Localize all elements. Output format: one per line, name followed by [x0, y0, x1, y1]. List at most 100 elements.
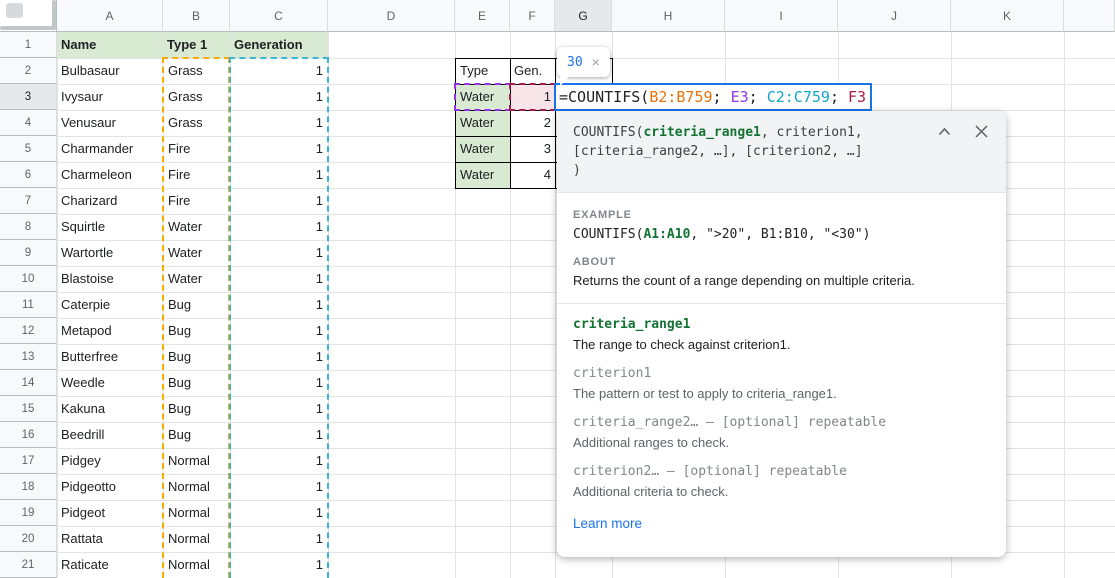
cell-A12[interactable]: Metapod — [61, 318, 161, 344]
cell-E6[interactable]: Water — [460, 162, 508, 188]
cell-C2[interactable]: 1 — [230, 58, 328, 84]
row-header-5[interactable]: 5 — [0, 136, 57, 162]
cell-F3[interactable]: 1 — [510, 84, 555, 110]
cell-A10[interactable]: Blastoise — [61, 266, 161, 292]
cell-A21[interactable]: Raticate — [61, 552, 161, 578]
cell-C1[interactable]: Generation — [234, 32, 326, 58]
row-header-17[interactable]: 17 — [0, 448, 57, 474]
cell-C21[interactable]: 1 — [230, 552, 328, 578]
cell-B10[interactable]: Water — [168, 266, 228, 292]
cell-E2[interactable]: Type — [460, 58, 508, 84]
cell-F4[interactable]: 2 — [510, 110, 555, 136]
row-header-10[interactable]: 10 — [0, 266, 57, 292]
cell-B6[interactable]: Fire — [168, 162, 228, 188]
cell-F6[interactable]: 4 — [510, 162, 555, 188]
cell-B18[interactable]: Normal — [168, 474, 228, 500]
column-header-F[interactable]: F — [510, 0, 555, 32]
cell-C9[interactable]: 1 — [230, 240, 328, 266]
cell-B2[interactable]: Grass — [168, 58, 228, 84]
column-header-H[interactable]: H — [612, 0, 725, 32]
column-header-G[interactable]: G — [555, 0, 612, 32]
row-header-4[interactable]: 4 — [0, 110, 57, 136]
cell-E3[interactable]: Water — [460, 84, 508, 110]
row-header-2[interactable]: 2 — [0, 58, 57, 84]
cell-C3[interactable]: 1 — [230, 84, 328, 110]
cell-C5[interactable]: 1 — [230, 136, 328, 162]
cell-A19[interactable]: Pidgeot — [61, 500, 161, 526]
cell-B13[interactable]: Bug — [168, 344, 228, 370]
row-header-20[interactable]: 20 — [0, 526, 57, 552]
cell-C19[interactable]: 1 — [230, 500, 328, 526]
cell-A4[interactable]: Venusaur — [61, 110, 161, 136]
cell-A14[interactable]: Weedle — [61, 370, 161, 396]
cell-A2[interactable]: Bulbasaur — [61, 58, 161, 84]
column-header-J[interactable]: J — [838, 0, 951, 32]
cell-B19[interactable]: Normal — [168, 500, 228, 526]
cell-A8[interactable]: Squirtle — [61, 214, 161, 240]
cell-B7[interactable]: Fire — [168, 188, 228, 214]
cell-B14[interactable]: Bug — [168, 370, 228, 396]
row-header-9[interactable]: 9 — [0, 240, 57, 266]
cell-E5[interactable]: Water — [460, 136, 508, 162]
cell-A3[interactable]: Ivysaur — [61, 84, 161, 110]
cell-B20[interactable]: Normal — [168, 526, 228, 552]
cell-C17[interactable]: 1 — [230, 448, 328, 474]
cell-E4[interactable]: Water — [460, 110, 508, 136]
column-header-D[interactable]: D — [328, 0, 455, 32]
chip-close-icon[interactable]: × — [592, 55, 600, 69]
cell-B12[interactable]: Bug — [168, 318, 228, 344]
learn-more-link[interactable]: Learn more — [573, 516, 642, 531]
row-header-6[interactable]: 6 — [0, 162, 57, 188]
formula-edit-cell[interactable]: =COUNTIFS(B2:B759; E3; C2:C759; F3 — [554, 83, 872, 111]
cell-C7[interactable]: 1 — [230, 188, 328, 214]
cell-A7[interactable]: Charizard — [61, 188, 161, 214]
cell-A6[interactable]: Charmeleon — [61, 162, 161, 188]
row-header-21[interactable]: 21 — [0, 552, 57, 578]
row-header-1[interactable]: 1 — [0, 32, 57, 58]
cell-A9[interactable]: Wartortle — [61, 240, 161, 266]
cell-B9[interactable]: Water — [168, 240, 228, 266]
cell-A11[interactable]: Caterpie — [61, 292, 161, 318]
cell-B16[interactable]: Bug — [168, 422, 228, 448]
cell-C18[interactable]: 1 — [230, 474, 328, 500]
cell-C16[interactable]: 1 — [230, 422, 328, 448]
cell-A20[interactable]: Rattata — [61, 526, 161, 552]
cell-C14[interactable]: 1 — [230, 370, 328, 396]
cell-F2[interactable]: Gen. — [514, 58, 554, 84]
cell-A15[interactable]: Kakuna — [61, 396, 161, 422]
cell-B17[interactable]: Normal — [168, 448, 228, 474]
cell-C12[interactable]: 1 — [230, 318, 328, 344]
cell-B5[interactable]: Fire — [168, 136, 228, 162]
column-header-C[interactable]: C — [230, 0, 328, 32]
cell-A13[interactable]: Butterfree — [61, 344, 161, 370]
collapse-chevron-icon[interactable] — [938, 127, 951, 136]
cell-A17[interactable]: Pidgey — [61, 448, 161, 474]
cell-B4[interactable]: Grass — [168, 110, 228, 136]
cell-B3[interactable]: Grass — [168, 84, 228, 110]
cell-C4[interactable]: 1 — [230, 110, 328, 136]
cell-C15[interactable]: 1 — [230, 396, 328, 422]
row-header-15[interactable]: 15 — [0, 396, 57, 422]
row-header-18[interactable]: 18 — [0, 474, 57, 500]
cell-C10[interactable]: 1 — [230, 266, 328, 292]
column-header-I[interactable]: I — [725, 0, 838, 32]
cell-A5[interactable]: Charmander — [61, 136, 161, 162]
cell-A18[interactable]: Pidgeotto — [61, 474, 161, 500]
row-header-8[interactable]: 8 — [0, 214, 57, 240]
cell-A16[interactable]: Beedrill — [61, 422, 161, 448]
cell-C6[interactable]: 1 — [230, 162, 328, 188]
row-header-19[interactable]: 19 — [0, 500, 57, 526]
row-header-3[interactable]: 3 — [0, 84, 57, 110]
row-header-16[interactable]: 16 — [0, 422, 57, 448]
cell-A1[interactable]: Name — [61, 32, 161, 58]
cell-C11[interactable]: 1 — [230, 292, 328, 318]
column-header-A[interactable]: A — [57, 0, 163, 32]
cell-B15[interactable]: Bug — [168, 396, 228, 422]
cell-C8[interactable]: 1 — [230, 214, 328, 240]
row-header-14[interactable]: 14 — [0, 370, 57, 396]
row-header-7[interactable]: 7 — [0, 188, 57, 214]
column-header-E[interactable]: E — [455, 0, 510, 32]
column-header-K[interactable]: K — [951, 0, 1064, 32]
row-header-13[interactable]: 13 — [0, 344, 57, 370]
cell-B1[interactable]: Type 1 — [167, 32, 228, 58]
